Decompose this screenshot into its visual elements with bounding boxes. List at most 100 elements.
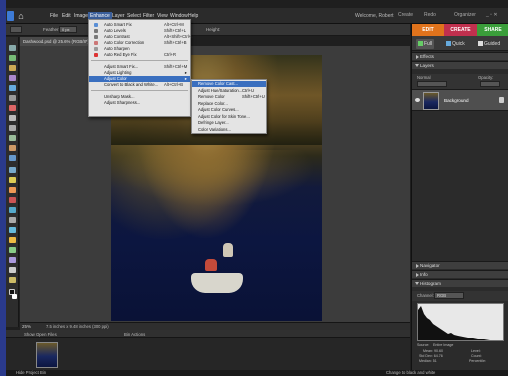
sponge-tool-icon[interactable]: [9, 267, 16, 273]
blend-mode-value: Normal: [417, 75, 431, 80]
adjust-color-curves-label: Adjust Color Curves...: [198, 107, 239, 112]
eyedropper-tool-icon[interactable]: [9, 75, 16, 81]
zoom-level[interactable]: 25%: [22, 324, 31, 329]
submenu-item-color-variations[interactable]: Color Variations...: [192, 127, 266, 133]
stat-median: Median: 51: [419, 359, 437, 363]
menu-item-adjust-sharpness[interactable]: Adjust Sharpness...: [89, 100, 190, 106]
quick-edit-icon: [446, 41, 451, 47]
source-label: Source:: [417, 343, 430, 347]
tab-full-edit[interactable]: Full: [416, 39, 435, 49]
blend-mode-select[interactable]: [417, 81, 447, 87]
organizer-link[interactable]: Organizer: [454, 12, 476, 18]
info-panel-header[interactable]: Info: [412, 270, 508, 278]
photo-boat: [191, 273, 243, 293]
menu-bar: ⌂ File Edit Image Enhance Layer Select F…: [6, 8, 508, 24]
submenu-item-remove-color-cast[interactable]: Remove Color Cast...: [192, 81, 266, 88]
toolbox: [6, 37, 19, 327]
submenu-item-defringe-layer[interactable]: Defringe Layer...: [192, 120, 266, 126]
tool-preset-picker[interactable]: [10, 26, 22, 33]
histogram-graph: [417, 303, 504, 341]
clone-stamp-tool-icon[interactable]: [9, 177, 16, 183]
adjust-color-label: Adjust Color: [104, 76, 127, 81]
channel-select[interactable]: RGB: [434, 292, 464, 299]
tab-create[interactable]: CREATE: [444, 24, 477, 36]
recompose-tool-icon[interactable]: [9, 145, 16, 151]
histogram-panel-header[interactable]: Histogram: [412, 279, 508, 287]
blur-tool-icon[interactable]: [9, 257, 16, 263]
submenu-item-adjust-hue-saturation[interactable]: Adjust Hue/Saturation... Ctrl+U: [192, 88, 266, 94]
tab-share[interactable]: SHARE: [477, 24, 508, 36]
submenu-item-adjust-color-curves[interactable]: Adjust Color Curves...: [192, 107, 266, 113]
submenu-item-remove-color[interactable]: Remove Color Shift+Ctrl+U: [192, 94, 266, 100]
auto-contrast-label: Auto Contrast: [104, 34, 130, 39]
project-bin-thumbnail[interactable]: [36, 342, 58, 368]
crop-tool-icon[interactable]: [9, 135, 16, 141]
menu-item-convert-black-white[interactable]: Convert to Black and White... Alt+Ctrl+B: [89, 82, 190, 88]
histogram-svg: [418, 306, 496, 340]
hide-project-bin-button[interactable]: Hide Project Bin: [16, 370, 46, 375]
stat-count: Count:: [471, 354, 482, 358]
lasso-tool-icon[interactable]: [9, 95, 16, 101]
home-icon[interactable]: ⌂: [15, 11, 27, 21]
zoom-tool-icon[interactable]: [9, 55, 16, 61]
convert-black-white-label: Convert to Black and White...: [104, 82, 159, 87]
tab-edit[interactable]: EDIT: [412, 24, 444, 36]
histogram-stats: Source: Entire Image Mean: 90.60 Std Dev…: [417, 343, 504, 369]
histogram-label: Histogram: [420, 281, 441, 286]
status-bar: 25% 7.5 inches x 9.48 inches (300 ppi): [20, 322, 410, 330]
info-label: Info: [420, 272, 428, 277]
shape-tool-icon[interactable]: [9, 247, 16, 253]
marquee-tool-icon[interactable]: [9, 85, 16, 91]
layer-row-background[interactable]: Background: [412, 89, 508, 111]
effects-panel-header[interactable]: Effects: [412, 52, 508, 60]
histogram-controls: Channel: RGB: [412, 291, 508, 301]
opacity-label: Opacity:: [478, 75, 494, 80]
create-link[interactable]: Create: [398, 12, 413, 18]
smart-brush-tool-icon[interactable]: [9, 207, 16, 213]
red-eye-tool-icon[interactable]: [9, 155, 16, 161]
magic-wand-tool-icon[interactable]: [9, 105, 16, 111]
enhance-menu: Auto Smart Fix Alt+Ctrl+M Auto Levels Shif…: [88, 19, 193, 117]
menu-item-auto-red-eye-fix[interactable]: Auto Red Eye Fix Ctrl+R: [89, 52, 190, 58]
move-tool-icon[interactable]: [9, 45, 16, 51]
feather-input[interactable]: 0 px: [59, 26, 77, 33]
menu-file[interactable]: File: [48, 12, 60, 20]
menu-edit[interactable]: Edit: [60, 12, 73, 20]
tab-guided-edit[interactable]: Guided: [478, 39, 500, 49]
bin-actions-button[interactable]: Bin Actions: [124, 332, 145, 337]
gradient-tool-icon[interactable]: [9, 237, 16, 243]
photo-reflection: [111, 150, 322, 210]
source-value[interactable]: Entire Image: [433, 343, 453, 347]
pencil-tool-icon[interactable]: [9, 217, 16, 223]
visibility-eye-icon[interactable]: [415, 98, 420, 102]
tip-text: Change to black and white: [386, 370, 436, 375]
collapse-icon: [415, 64, 419, 67]
mode-tabs: EDIT CREATE SHARE: [412, 24, 508, 36]
photo-person-seated: [205, 259, 217, 271]
brush-tool-icon[interactable]: [9, 197, 16, 203]
background-color-swatch[interactable]: [12, 294, 17, 299]
quick-selection-tool-icon[interactable]: [9, 115, 16, 121]
type-tool-icon[interactable]: [9, 125, 16, 131]
layers-panel-header[interactable]: Layers: [412, 61, 508, 69]
expand-icon: [416, 263, 419, 268]
window-controls[interactable]: _ ▫ ✕: [486, 12, 498, 18]
paint-bucket-tool-icon[interactable]: [9, 227, 16, 233]
tab-quick-label: Quick: [452, 41, 465, 47]
menu-separator: [91, 90, 188, 91]
straighten-tool-icon[interactable]: [9, 277, 16, 283]
tab-quick-edit[interactable]: Quick: [446, 39, 465, 49]
hand-tool-icon[interactable]: [9, 65, 16, 71]
healing-brush-tool-icon[interactable]: [9, 167, 16, 173]
navigator-panel-header[interactable]: Navigator: [412, 261, 508, 269]
submenu-item-replace-color[interactable]: Replace Color...: [192, 101, 266, 107]
color-variations-label: Color Variations...: [198, 126, 231, 132]
opacity-input[interactable]: [480, 81, 500, 87]
redo-link[interactable]: Redo: [424, 12, 436, 18]
submenu-item-adjust-skin-tone[interactable]: Adjust Color for Skin Tone...: [192, 114, 266, 120]
remove-color-label: Remove Color: [198, 94, 225, 99]
document-info[interactable]: 7.5 inches x 9.48 inches (300 ppi): [46, 324, 109, 329]
show-open-files-dropdown[interactable]: Show Open Files: [24, 332, 57, 337]
eraser-tool-icon[interactable]: [9, 187, 16, 193]
auto-sharpen-label: Auto Sharpen: [104, 46, 130, 51]
